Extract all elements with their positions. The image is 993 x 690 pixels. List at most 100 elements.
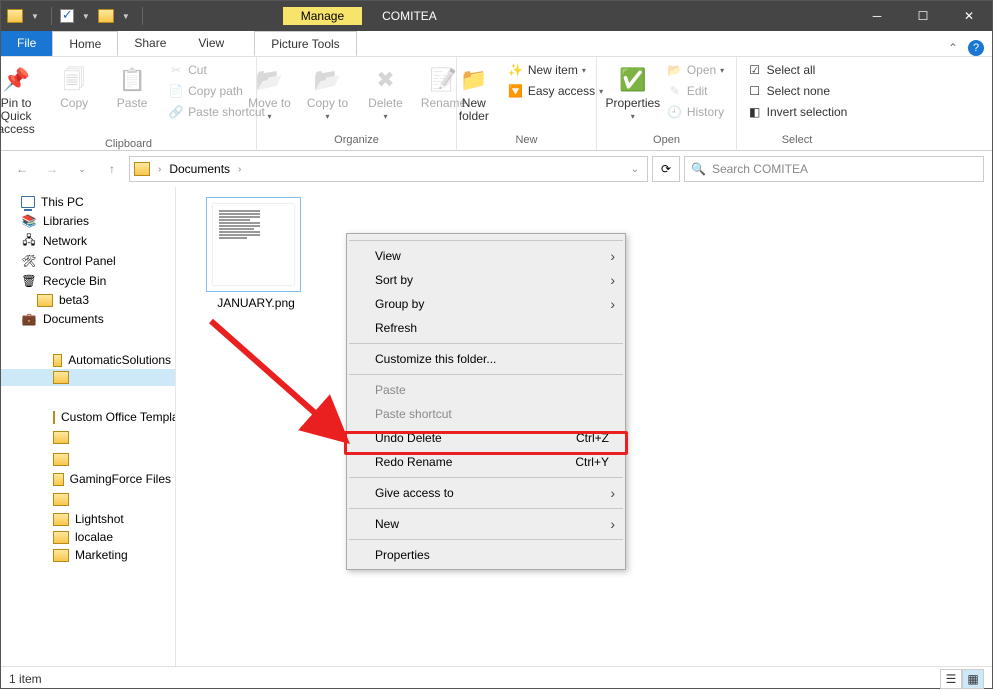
folder-icon	[53, 354, 62, 367]
tab-file[interactable]: File	[1, 31, 52, 56]
newitem-icon: ✨	[508, 62, 524, 78]
chevron-right-icon[interactable]: ›	[154, 164, 165, 175]
menu-redo-rename[interactable]: Redo RenameCtrl+Y	[347, 450, 625, 474]
new-item-button[interactable]: ✨New item ▾	[506, 61, 605, 79]
open-button[interactable]: 📂Open ▾	[665, 61, 726, 79]
search-placeholder: Search COMITEA	[712, 162, 808, 176]
invert-selection-button[interactable]: ◧Invert selection	[745, 103, 850, 121]
tree-item[interactable]	[1, 488, 175, 510]
moveto-icon: 📂	[254, 63, 286, 95]
easy-access-button[interactable]: 🔽Easy access ▾	[506, 82, 605, 100]
paste-button[interactable]: 📋Paste	[106, 61, 158, 138]
search-input[interactable]: 🔍 Search COMITEA	[684, 156, 984, 182]
menu-sort-by[interactable]: Sort by›	[347, 268, 625, 292]
properties-button[interactable]: ✅Properties▾	[607, 61, 659, 125]
newfolder-qat-icon[interactable]	[98, 9, 114, 23]
folder-icon	[53, 411, 55, 424]
tree-selected-folder[interactable]	[1, 369, 175, 386]
tree-beta3[interactable]: beta3	[1, 291, 175, 309]
folder-icon	[53, 431, 69, 444]
edit-button[interactable]: ✎Edit	[665, 82, 726, 100]
pc-icon	[21, 196, 35, 208]
menu-customize[interactable]: Customize this folder...	[347, 347, 625, 371]
menu-new[interactable]: New›	[347, 512, 625, 536]
tree-network[interactable]: 🖧Network	[1, 231, 175, 251]
edit-icon: ✎	[667, 83, 683, 99]
contextual-tab-label: Manage	[283, 7, 362, 25]
copy-to-button[interactable]: 📂Copy to▾	[302, 61, 354, 125]
tree-documents[interactable]: 💼Documents	[1, 309, 175, 329]
folder-icon	[53, 549, 69, 562]
chevron-down-icon[interactable]: ▼	[122, 12, 130, 21]
history-button[interactable]: 🕘History	[665, 103, 726, 121]
back-button[interactable]: ←	[9, 156, 35, 182]
menu-paste[interactable]: Paste	[347, 378, 625, 402]
tree-lightshot[interactable]: Lightshot	[1, 510, 175, 528]
maximize-button[interactable]: ☐	[900, 1, 946, 31]
help-icon[interactable]: ?	[968, 40, 984, 56]
delete-button[interactable]: ✖Delete▾	[360, 61, 412, 125]
nav-tree[interactable]: This PC 📚Libraries 🖧Network 🛠Control Pan…	[1, 187, 176, 666]
address-bar[interactable]: › Documents › ⌄	[129, 156, 648, 182]
menu-properties[interactable]: Properties	[347, 543, 625, 567]
chevron-down-icon[interactable]: ▼	[31, 12, 39, 21]
close-button[interactable]: ✕	[946, 1, 992, 31]
tree-localae[interactable]: localae	[1, 528, 175, 546]
tree-this-pc[interactable]: This PC	[1, 193, 175, 211]
status-bar: 1 item ☰ ▦	[1, 666, 992, 690]
tree-libraries[interactable]: 📚Libraries	[1, 211, 175, 231]
tree-custom-office[interactable]: Custom Office Templates	[1, 408, 175, 426]
tab-share[interactable]: Share	[118, 31, 182, 56]
folder-icon	[134, 162, 150, 176]
breadcrumb[interactable]: Documents	[169, 162, 230, 176]
menu-group-by[interactable]: Group by›	[347, 292, 625, 316]
pin-icon: 📌	[0, 63, 32, 95]
tree-automatic[interactable]: AutomaticSolutions	[1, 351, 175, 369]
select-none-button[interactable]: ☐Select none	[745, 82, 832, 100]
navigation-bar: ← → ⌄ ↑ › Documents › ⌄ ⟳ 🔍 Search COMIT…	[1, 151, 992, 187]
folder-icon	[53, 371, 69, 384]
minimize-button[interactable]: ─	[854, 1, 900, 31]
tab-view[interactable]: View	[182, 31, 240, 56]
folder-icon	[53, 531, 69, 544]
forward-button[interactable]: →	[39, 156, 65, 182]
group-label: New	[515, 134, 537, 148]
select-all-button[interactable]: ☑Select all	[745, 61, 818, 79]
refresh-button[interactable]: ⟳	[652, 156, 680, 182]
tree-recycle-bin[interactable]: 🗑Recycle Bin	[1, 271, 175, 291]
tree-control-panel[interactable]: 🛠Control Panel	[1, 251, 175, 271]
menu-view[interactable]: View›	[347, 244, 625, 268]
details-view-button[interactable]: ☰	[940, 669, 962, 689]
selectnone-icon: ☐	[747, 83, 763, 99]
chevron-right-icon: ›	[610, 296, 615, 312]
folder-icon	[53, 453, 69, 466]
collapse-ribbon-icon[interactable]: ⌃	[948, 41, 958, 55]
tree-item[interactable]	[1, 448, 175, 470]
icons-view-button[interactable]: ▦	[962, 669, 984, 689]
menu-paste-shortcut[interactable]: Paste shortcut	[347, 402, 625, 426]
file-item[interactable]: JANUARY.png	[206, 197, 306, 310]
folder-icon[interactable]	[7, 9, 23, 23]
menu-give-access[interactable]: Give access to›	[347, 481, 625, 505]
chevron-right-icon: ›	[610, 516, 615, 532]
chevron-down-icon[interactable]: ⌄	[627, 164, 643, 175]
chevron-down-icon[interactable]: ▼	[82, 12, 90, 21]
up-button[interactable]: ↑	[99, 156, 125, 182]
window-title: COMITEA	[382, 9, 437, 23]
shortcut-label: Ctrl+Z	[576, 431, 609, 445]
chevron-right-icon[interactable]: ›	[234, 164, 245, 175]
properties-qat-icon[interactable]	[60, 9, 74, 23]
pin-quick-access-button[interactable]: 📌Pin to Quick access	[0, 61, 42, 138]
tab-picture-tools[interactable]: Picture Tools	[254, 31, 356, 56]
menu-refresh[interactable]: Refresh	[347, 316, 625, 340]
tree-item[interactable]	[1, 426, 175, 448]
move-to-button[interactable]: 📂Move to▾	[244, 61, 296, 125]
recent-locations-button[interactable]: ⌄	[69, 156, 95, 182]
shortcut-label: Ctrl+Y	[575, 455, 609, 469]
tree-gaming[interactable]: GamingForce Files	[1, 470, 175, 488]
tree-marketing[interactable]: Marketing	[1, 546, 175, 564]
copy-button[interactable]: 🗐Copy	[48, 61, 100, 138]
tab-home[interactable]: Home	[52, 31, 118, 56]
item-count: 1 item	[9, 672, 42, 686]
menu-undo-delete[interactable]: Undo DeleteCtrl+Z	[347, 426, 625, 450]
